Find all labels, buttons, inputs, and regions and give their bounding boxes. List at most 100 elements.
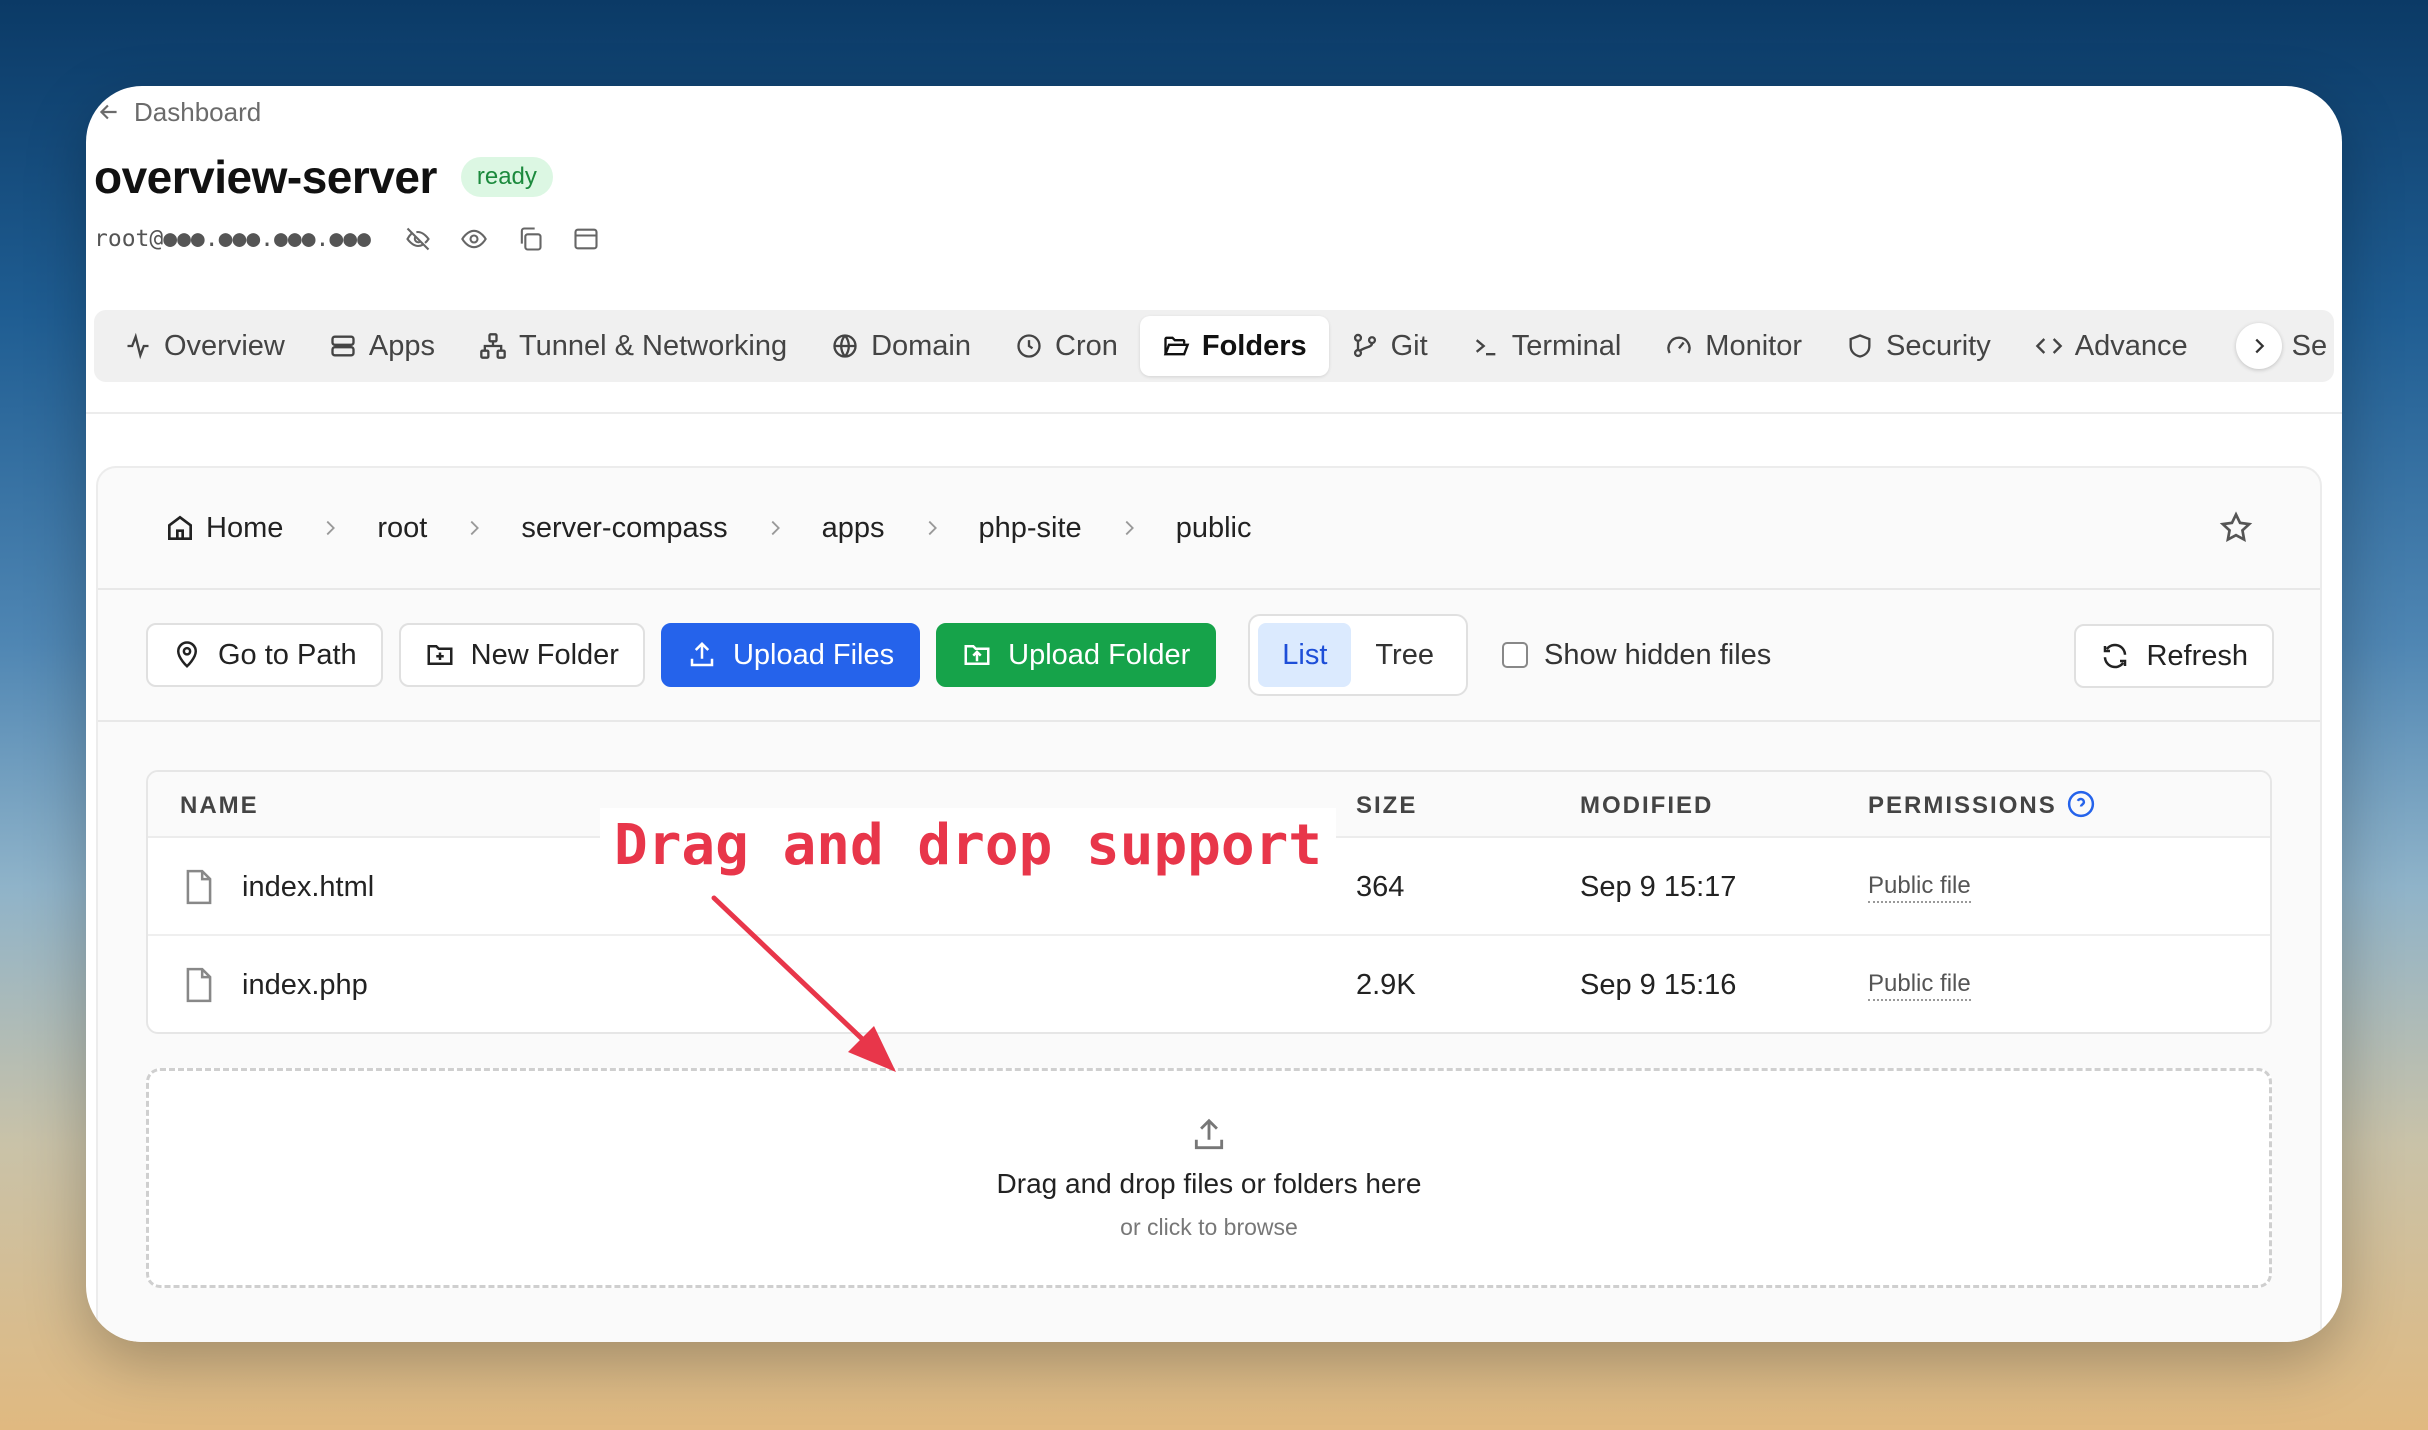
clock-icon [1017,334,1041,358]
file-size: 364 [1356,870,1405,903]
breadcrumb-label: Home [206,511,284,544]
tab-label: Git [1390,329,1428,362]
server-header: overview-server ready [94,150,553,204]
permission-label[interactable]: Public file [1868,970,1971,1001]
tab-label: Overview [164,329,285,362]
upload-dropzone[interactable]: Drag and drop files or folders here or c… [146,1068,2272,1288]
column-header-name[interactable]: NAME [180,792,259,820]
tab-domain[interactable]: Domain [809,316,993,376]
file-icon [182,936,216,1032]
table-row[interactable]: index.php 2.9K Sep 9 15:16 Public file [148,936,2270,1032]
breadcrumb-php-site[interactable]: php-site [979,512,1082,545]
view-tree-option[interactable]: Tree [1351,623,1458,687]
refresh-button[interactable]: Refresh [2074,624,2274,688]
code-icon [2035,338,2063,354]
browser-window-icon[interactable] [571,224,601,254]
arrow-left-icon [99,104,117,120]
dropzone-title: Drag and drop files or folders here [996,1167,1422,1199]
eye-off-icon[interactable] [403,224,433,254]
button-label: New Folder [470,638,619,671]
tab-label: Cron [1055,329,1118,362]
help-circle-icon[interactable] [2066,789,2096,819]
column-header-size[interactable]: SIZE [1356,792,1417,820]
folder-plus-icon [427,645,453,665]
tab-label: Advance [2074,329,2188,362]
button-label: Go to Path [218,638,357,671]
breadcrumb-home[interactable]: Home [164,512,283,545]
dropzone-subtitle: or click to browse [1120,1213,1298,1240]
show-hidden-files-toggle[interactable]: Show hidden files [1501,639,1771,672]
upload-icon [690,641,714,667]
button-label: Refresh [2146,639,2248,672]
new-folder-button[interactable]: New Folder [398,623,645,687]
chevron-right-icon [326,520,336,536]
folder-open-icon [1163,336,1190,356]
column-header-modified[interactable]: MODIFIED [1580,792,1713,820]
go-to-path-button[interactable]: Go to Path [146,623,383,687]
tab-cron[interactable]: Cron [993,316,1140,376]
tab-apps[interactable]: Apps [307,316,457,376]
file-modified: Sep 9 15:16 [1580,968,1737,1001]
annotation-callout: Drag and drop support [600,808,1337,882]
network-icon [480,333,506,359]
status-badge: ready [460,157,553,197]
tab-folders[interactable]: Folders [1139,316,1329,376]
back-link-label: Dashboard [134,96,262,127]
view-list-option[interactable]: List [1258,623,1352,687]
tab-advance[interactable]: Advance [2013,316,2210,376]
chevron-right-icon [470,520,480,536]
chevron-right-icon [1125,520,1134,536]
file-modified: Sep 9 15:17 [1580,870,1737,903]
tab-label: Monitor [1705,329,1802,362]
page-title: overview-server [94,151,437,203]
breadcrumb-server-compass[interactable]: server-compass [521,512,727,545]
file-permissions[interactable]: Public file [1868,838,1971,936]
tab-label: Apps [368,329,435,362]
column-header-permissions: PERMISSIONS [1868,792,2057,819]
git-branch-icon [1353,333,1376,358]
copy-icon[interactable] [515,224,545,254]
file-permissions[interactable]: Public file [1868,936,1971,1032]
chevron-right-icon [2255,338,2264,354]
breadcrumb-public[interactable]: public [1176,512,1252,545]
tab-monitor[interactable]: Monitor [1643,316,1824,376]
breadcrumb-root[interactable]: root [377,512,427,545]
tab-overview[interactable]: Overview [102,316,307,376]
tab-label: Security [1885,329,1991,362]
host-address: root@●●●.●●●.●●●.●●● [94,226,371,252]
app-window: Dashboard overview-server ready root@●●●… [86,86,2342,1342]
eye-icon[interactable] [459,224,489,254]
file-name[interactable]: index.php [242,936,368,1032]
tab-label: Terminal [1511,329,1622,362]
breadcrumb-apps[interactable]: apps [822,512,885,545]
file-size: 2.9K [1356,968,1416,1001]
map-pin-icon [176,641,198,668]
back-to-dashboard-link[interactable]: Dashboard [96,90,261,134]
file-browser-panel: Home root server-compass apps php-site p… [96,466,2322,1342]
globe-icon [833,334,857,358]
star-icon[interactable] [2218,510,2254,546]
terminal-icon [1475,339,1496,356]
permission-label[interactable]: Public file [1868,872,1971,903]
button-label: Upload Files [732,638,895,671]
tab-terminal[interactable]: Terminal [1450,316,1644,376]
server-icon [331,335,355,357]
tab-git[interactable]: Git [1329,316,1450,376]
tab-label: Domain [871,329,972,362]
tabs-scroll-right-button[interactable] [2235,323,2282,369]
view-mode-toggle: List Tree [1248,614,1468,696]
header-divider [86,412,2342,414]
upload-files-button[interactable]: Upload Files [660,623,921,687]
tab-label: Tunnel & Networking [518,329,788,362]
file-name[interactable]: index.html [242,838,374,936]
chevron-right-icon [771,520,780,536]
upload-folder-button[interactable]: Upload Folder [936,623,1217,687]
tab-overflow-label[interactable]: Se [2292,330,2327,363]
tab-label: Folders [1201,329,1307,362]
upload-icon [1194,1118,1224,1149]
tab-tunnel-networking[interactable]: Tunnel & Networking [457,316,809,376]
file-icon [182,838,216,936]
tab-security[interactable]: Security [1824,316,2013,376]
show-hidden-checkbox[interactable] [1501,642,1528,668]
shield-icon [1849,334,1871,358]
